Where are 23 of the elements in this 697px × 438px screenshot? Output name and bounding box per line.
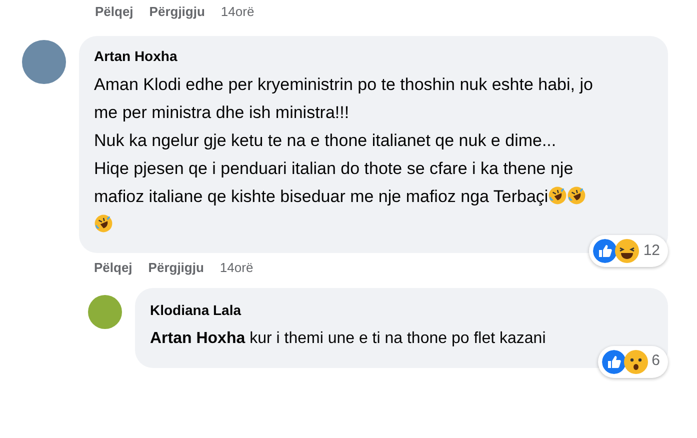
like-link[interactable]: Pëlqej	[95, 2, 134, 22]
comment-paragraph: Aman Klodi edhe per kryeministrin po te thoshin nuk eshte habi, jo me per ministra dhe ish ministra!!!	[94, 74, 594, 124]
avatar[interactable]	[88, 294, 122, 328]
reaction-count: 12	[643, 240, 660, 261]
surprised-face-icon	[624, 350, 648, 374]
rolling-laughing-emoji-icon	[548, 186, 568, 205]
timestamp[interactable]: 14orë	[220, 258, 254, 278]
reply-link[interactable]: Përgjigju	[148, 258, 204, 278]
comment-author[interactable]: Artan Hoxha	[94, 46, 648, 67]
reply-link[interactable]: Përgjigju	[149, 2, 205, 22]
like-link[interactable]: Pëlqej	[94, 258, 132, 278]
reactions-badge[interactable]: 12	[589, 235, 668, 267]
laughing-face-icon	[615, 239, 640, 263]
timestamp[interactable]: 14orë	[220, 2, 254, 22]
reply-text: Artan Hoxha kur i themi une e ti na thone po flet kazani	[150, 328, 547, 348]
mention-link[interactable]: Artan Hoxha	[150, 330, 246, 346]
avatar[interactable]	[22, 40, 66, 84]
rolling-laughing-emoji-icon	[94, 214, 113, 233]
rolling-laughing-emoji-icon	[567, 186, 586, 205]
comment-author[interactable]: Klodiana Lala	[150, 300, 648, 320]
comment-paragraph: Nuk ka ngelur gje ketu te na e thone italianet qe nuk e dime...	[94, 130, 558, 152]
reactions-badge[interactable]: 6	[598, 346, 668, 378]
reaction-count: 6	[652, 351, 660, 372]
